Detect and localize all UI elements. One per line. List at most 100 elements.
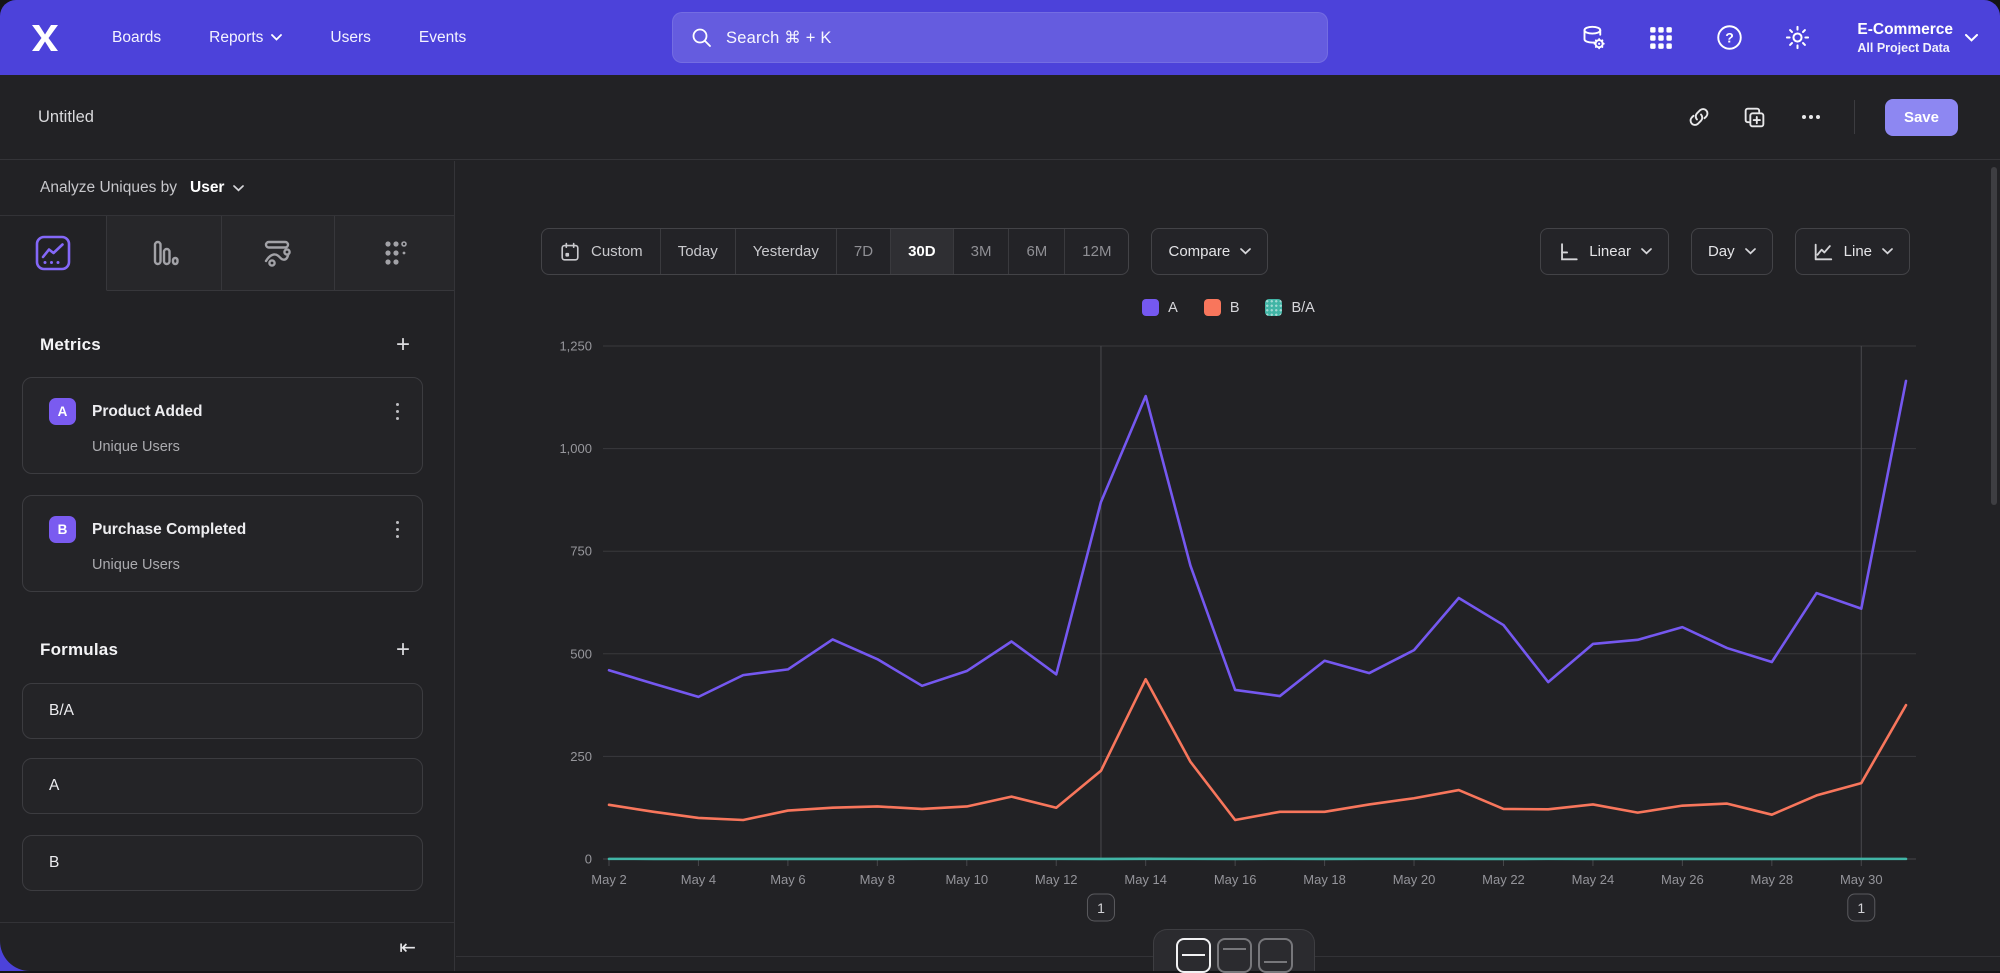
metric-options-icon[interactable] (393, 400, 403, 424)
view-chart-and-table[interactable] (1176, 938, 1211, 973)
analyze-by-value[interactable]: User (190, 179, 224, 197)
x-tick-label: May 24 (1572, 872, 1615, 887)
collapse-sidebar-icon[interactable]: ⇤ (399, 935, 416, 959)
view-table-top[interactable] (1217, 938, 1252, 973)
range-today[interactable]: Today (661, 229, 736, 274)
help-icon[interactable]: ? (1715, 24, 1743, 52)
chevron-down-icon (1965, 34, 1978, 42)
x-tick-label: May 6 (770, 872, 805, 887)
range-yesterday[interactable]: Yesterday (736, 229, 837, 274)
apps-grid-icon[interactable] (1647, 24, 1675, 52)
chart-svg[interactable]: 02505007501,0001,25011May 2May 4May 6May… (456, 331, 2000, 936)
nav-reports[interactable]: Reports (209, 29, 282, 47)
chart-controls: Custom Today Yesterday 7D 30D 3M 6M 12M … (541, 228, 1910, 275)
range-custom[interactable]: Custom (542, 229, 661, 274)
sidebar-footer: ⇤ (0, 922, 454, 971)
nav-reports-label: Reports (209, 29, 263, 47)
settings-icon[interactable] (1783, 24, 1811, 52)
title-bar: Untitled (0, 75, 2000, 160)
visualization-tabs (0, 216, 454, 291)
nav-events[interactable]: Events (419, 29, 466, 47)
tab-bar-chart[interactable] (107, 216, 222, 291)
more-options-icon[interactable] (1798, 104, 1824, 130)
metric-card-a[interactable]: A Product Added Unique Users (22, 377, 423, 474)
formula-card[interactable]: B/A (22, 683, 423, 739)
metric-aggregation[interactable]: Unique Users (92, 439, 402, 455)
chart-type-button[interactable]: Line (1795, 228, 1910, 275)
data-management-icon[interactable] (1579, 24, 1607, 52)
compare-button[interactable]: Compare (1151, 228, 1268, 275)
metric-aggregation[interactable]: Unique Users (92, 557, 402, 573)
tab-line-chart[interactable] (0, 216, 107, 291)
content-panel: Untitled (0, 75, 2000, 971)
duplicate-icon[interactable] (1742, 104, 1768, 130)
range-30d[interactable]: 30D (891, 229, 954, 274)
x-tick-label: May 30 (1840, 872, 1883, 887)
metric-card-b[interactable]: B Purchase Completed Unique Users (22, 495, 423, 592)
date-range-control: Custom Today Yesterday 7D 30D 3M 6M 12M (541, 228, 1129, 275)
save-button[interactable]: Save (1885, 99, 1958, 136)
x-tick-label: May 8 (860, 872, 895, 887)
formula-card[interactable]: B (22, 835, 423, 891)
mixpanel-logo-icon[interactable] (28, 21, 62, 55)
legend-item-a[interactable]: A (1142, 299, 1178, 316)
nav-users[interactable]: Users (330, 29, 370, 47)
query-sidebar: Analyze Uniques by User (0, 161, 455, 971)
add-formula-button[interactable]: + (396, 640, 410, 660)
range-3m[interactable]: 3M (954, 229, 1010, 274)
tab-metric-grid[interactable] (335, 216, 454, 291)
legend-item-b[interactable]: B (1204, 299, 1240, 316)
chevron-down-icon (233, 185, 244, 192)
range-6m[interactable]: 6M (1009, 229, 1065, 274)
metrics-header: Metrics + (0, 335, 454, 355)
svg-text:?: ? (1725, 29, 1734, 45)
add-metric-button[interactable]: + (396, 335, 410, 355)
nav-right: ? E-Commerce All Project Data (1579, 0, 1978, 75)
metric-name: Product Added (92, 403, 203, 421)
x-tick-label: May 18 (1303, 872, 1346, 887)
display-controls: Linear Day Line (1540, 228, 1910, 275)
view-table-bottom[interactable] (1258, 938, 1293, 973)
range-12m[interactable]: 12M (1065, 229, 1128, 274)
legend-item-ba[interactable]: B/A (1265, 299, 1314, 316)
metric-options-icon[interactable] (393, 518, 403, 542)
x-tick-label: May 22 (1482, 872, 1525, 887)
formula-card[interactable]: A (22, 758, 423, 814)
chevron-down-icon (1882, 248, 1893, 255)
chevron-down-icon (1745, 248, 1756, 255)
chevron-down-icon (271, 34, 282, 41)
annotation-badge-label: 1 (1097, 900, 1105, 916)
annotation-badge-label: 1 (1857, 900, 1865, 916)
y-tick-label: 500 (570, 646, 592, 661)
series-a-line[interactable] (609, 381, 1906, 697)
legend-swatch-a (1142, 299, 1159, 316)
chevron-down-icon (1641, 248, 1652, 255)
interval-button[interactable]: Day (1691, 228, 1773, 275)
formulas-header: Formulas + (0, 640, 454, 660)
report-title[interactable]: Untitled (38, 108, 94, 127)
project-subtitle: All Project Data (1857, 41, 1953, 55)
formula-expression: B/A (49, 702, 74, 720)
formulas-title: Formulas (40, 640, 118, 660)
tab-flow[interactable] (222, 216, 335, 291)
view-layout-toolbar (1153, 929, 1315, 971)
vertical-scrollbar[interactable] (1991, 167, 1997, 505)
chevron-down-icon (1240, 248, 1251, 255)
range-7d[interactable]: 7D (837, 229, 891, 274)
metric-badge-a: A (49, 398, 76, 425)
y-tick-label: 1,000 (559, 441, 592, 456)
app-shell: Boards Reports Users Events Search ⌘ + K (0, 0, 2000, 971)
nav-boards[interactable]: Boards (112, 29, 161, 47)
chart-legend: A B B/A (456, 299, 2000, 316)
project-selector[interactable]: E-Commerce All Project Data (1857, 21, 1978, 55)
y-tick-label: 250 (570, 749, 592, 764)
series-b-line[interactable] (609, 679, 1906, 820)
y-tick-label: 1,250 (559, 339, 592, 354)
analyze-by-label: Analyze Uniques by (40, 179, 177, 197)
scale-button[interactable]: Linear (1540, 228, 1669, 275)
nav-boards-label: Boards (112, 29, 161, 47)
search-input[interactable]: Search ⌘ + K (672, 12, 1328, 63)
copy-link-icon[interactable] (1686, 104, 1712, 130)
metric-badge-b: B (49, 516, 76, 543)
x-tick-label: May 14 (1124, 872, 1167, 887)
